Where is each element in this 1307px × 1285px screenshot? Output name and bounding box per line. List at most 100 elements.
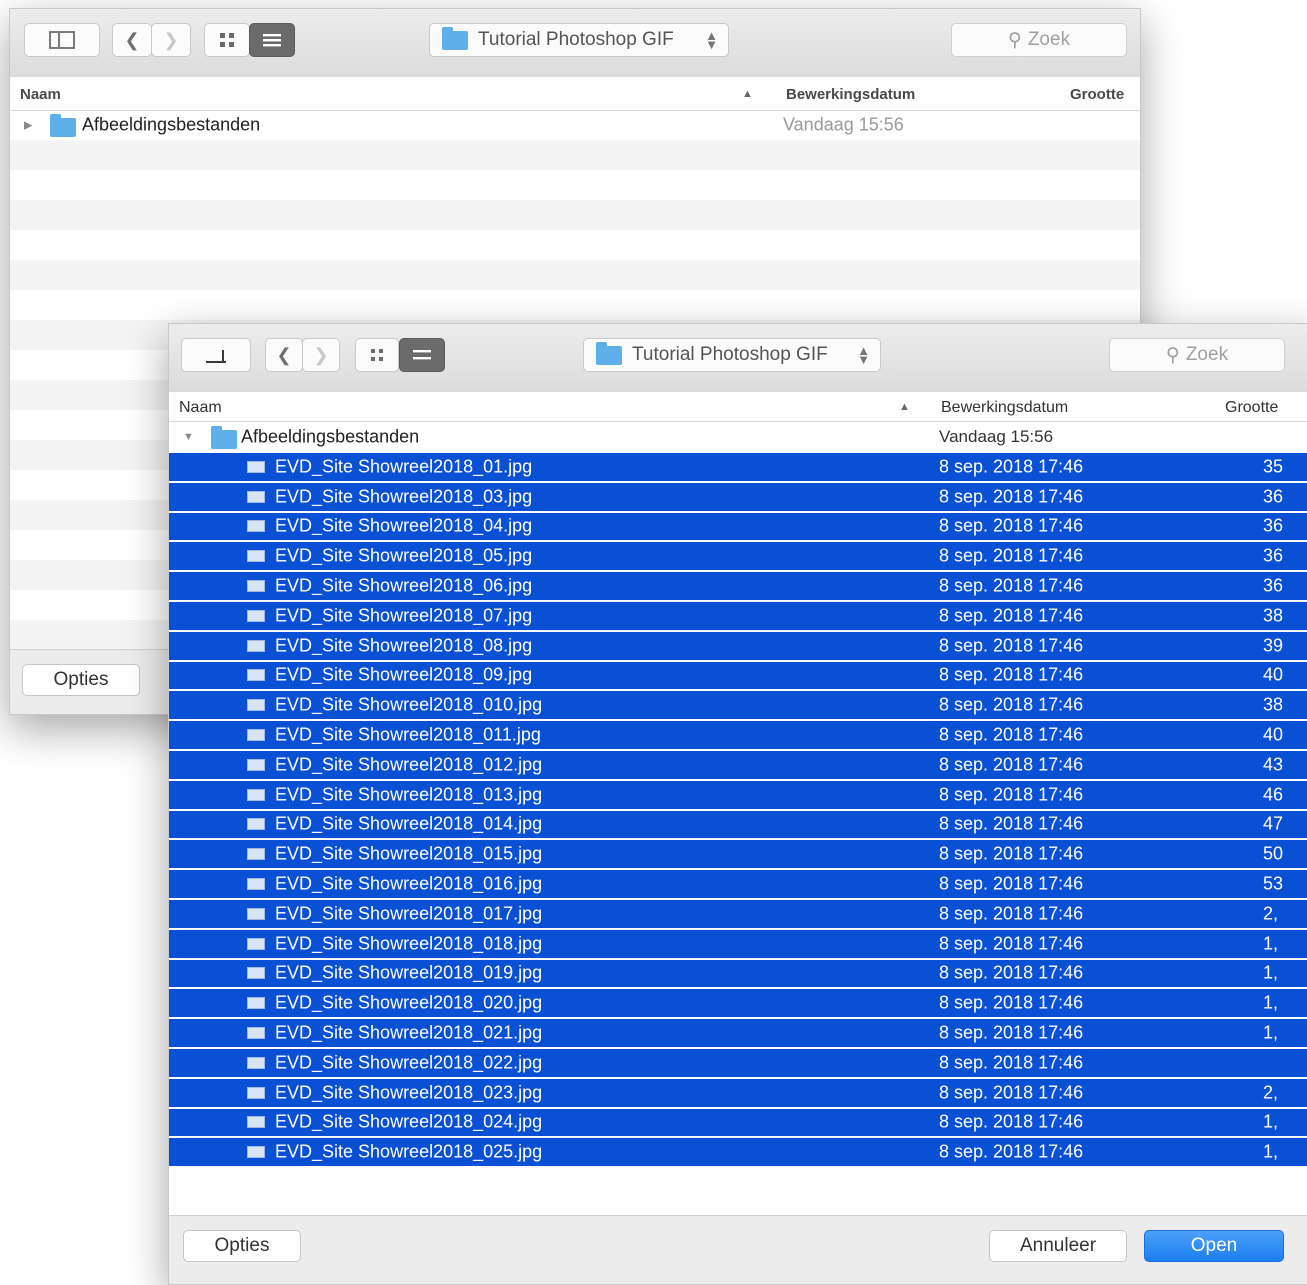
front-col-size[interactable]: Grootte xyxy=(1225,399,1278,417)
file-name: EVD_Site Showreel2018_025.jpg xyxy=(275,1141,543,1162)
back-list-view-button[interactable] xyxy=(249,23,295,57)
front-sidebar-toggle-button[interactable] xyxy=(181,338,251,372)
back-col-date[interactable]: Bewerkingsdatum xyxy=(786,86,915,103)
file-date: 8 sep. 2018 17:46 xyxy=(939,873,1084,894)
image-file-icon xyxy=(247,580,265,593)
back-options-button[interactable]: Opties xyxy=(22,664,140,696)
file-row[interactable]: EVD_Site Showreel2018_017.jpg 8 sep. 2018… xyxy=(169,900,1307,930)
cancel-button[interactable]: Annuleer xyxy=(989,1230,1127,1262)
file-date: 8 sep. 2018 17:46 xyxy=(939,724,1084,745)
sidebar-icon xyxy=(49,31,75,49)
image-file-icon xyxy=(247,1116,265,1129)
file-size: 1, xyxy=(1263,1111,1279,1132)
image-file-icon xyxy=(247,997,265,1010)
file-row[interactable]: EVD_Site Showreel2018_07.jpg 8 sep. 2018 … xyxy=(169,602,1307,632)
disclosure-triangle-open-icon[interactable]: ▼ xyxy=(183,431,194,443)
file-size: 1, xyxy=(1263,962,1279,983)
updown-chevron-icon: ▲ ▼ xyxy=(705,28,718,52)
front-search-field[interactable]: ⚲ Zoek xyxy=(1109,338,1285,372)
file-name: EVD_Site Showreel2018_07.jpg xyxy=(275,605,533,626)
disclosure-triangle-icon[interactable]: ▶ xyxy=(24,119,32,132)
file-row[interactable]: EVD_Site Showreel2018_05.jpg 8 sep. 2018 … xyxy=(169,542,1307,573)
file-row[interactable]: EVD_Site Showreel2018_03.jpg 8 sep. 2018 … xyxy=(169,482,1307,513)
open-button[interactable]: Open xyxy=(1144,1230,1284,1262)
file-date: 8 sep. 2018 17:46 xyxy=(939,962,1084,983)
file-date: 8 sep. 2018 17:46 xyxy=(939,754,1084,775)
front-folder-row[interactable]: ▼ Afbeeldingsbestanden Vandaag 15:56 xyxy=(169,423,1307,451)
folder-icon xyxy=(50,114,76,137)
back-sidebar-toggle-button[interactable] xyxy=(24,23,100,57)
file-row[interactable]: EVD_Site Showreel2018_019.jpg 8 sep. 2018… xyxy=(169,959,1307,990)
file-row[interactable]: EVD_Site Showreel2018_012.jpg 8 sep. 2018… xyxy=(169,751,1307,781)
image-file-icon xyxy=(247,758,265,771)
file-size: 36 xyxy=(1263,515,1284,536)
file-date: 8 sep. 2018 17:46 xyxy=(939,456,1084,477)
folder-icon xyxy=(211,426,237,449)
front-col-name[interactable]: Naam xyxy=(179,399,222,417)
back-nav-forward-button[interactable]: ❯ xyxy=(151,23,191,57)
file-date: 8 sep. 2018 17:46 xyxy=(939,515,1084,536)
file-row[interactable]: EVD_Site Showreel2018_021.jpg 8 sep. 2018… xyxy=(169,1019,1307,1049)
file-size: 40 xyxy=(1263,724,1284,745)
front-nav-forward-button[interactable]: ❯ xyxy=(302,338,340,372)
file-row[interactable]: EVD_Site Showreel2018_024.jpg 8 sep. 2018… xyxy=(169,1108,1307,1139)
file-size: 53 xyxy=(1263,873,1284,894)
front-location-popup[interactable]: Tutorial Photoshop GIF ▲ ▼ xyxy=(583,338,881,372)
back-column-header: Naam ▲ Bewerkingsdatum Grootte xyxy=(10,77,1140,111)
empty-row xyxy=(10,260,1140,290)
list-icon xyxy=(413,350,431,360)
front-options-button[interactable]: Opties xyxy=(183,1230,301,1262)
file-name: EVD_Site Showreel2018_012.jpg xyxy=(275,754,543,775)
file-name: EVD_Site Showreel2018_021.jpg xyxy=(275,1022,543,1043)
back-icon-view-button[interactable] xyxy=(204,23,250,57)
file-row[interactable]: EVD_Site Showreel2018_08.jpg 8 sep. 2018 … xyxy=(169,631,1307,662)
back-location-popup[interactable]: Tutorial Photoshop GIF ▲ ▼ xyxy=(429,23,729,57)
image-file-icon xyxy=(247,699,265,712)
back-nav-back-button[interactable]: ❮ xyxy=(112,23,152,57)
file-row[interactable]: EVD_Site Showreel2018_022.jpg 8 sep. 2018… xyxy=(169,1049,1307,1079)
back-folder-date: Vandaag 15:56 xyxy=(783,114,904,135)
file-row[interactable]: EVD_Site Showreel2018_020.jpg 8 sep. 2018… xyxy=(169,989,1307,1020)
file-name: EVD_Site Showreel2018_018.jpg xyxy=(275,933,543,954)
file-name: EVD_Site Showreel2018_01.jpg xyxy=(275,456,533,477)
file-date: 8 sep. 2018 17:46 xyxy=(939,486,1084,507)
file-size: 36 xyxy=(1263,575,1284,596)
chevron-right-icon: ❯ xyxy=(163,29,179,50)
image-file-icon xyxy=(247,878,265,891)
file-row[interactable]: EVD_Site Showreel2018_01.jpg 8 sep. 2018 … xyxy=(169,453,1307,483)
file-row[interactable]: EVD_Site Showreel2018_09.jpg 8 sep. 2018 … xyxy=(169,661,1307,692)
file-size: 1, xyxy=(1263,1022,1279,1043)
file-row[interactable]: EVD_Site Showreel2018_013.jpg 8 sep. 2018… xyxy=(169,780,1307,811)
file-name: EVD_Site Showreel2018_014.jpg xyxy=(275,813,543,834)
back-folder-row[interactable]: ▶ Afbeeldingsbestanden Vandaag 15:56 xyxy=(10,110,1140,140)
front-col-date[interactable]: Bewerkingsdatum xyxy=(941,399,1068,417)
image-file-icon xyxy=(247,490,265,503)
file-row[interactable]: EVD_Site Showreel2018_010.jpg 8 sep. 2018… xyxy=(169,691,1307,722)
file-row[interactable]: EVD_Site Showreel2018_015.jpg 8 sep. 2018… xyxy=(169,840,1307,871)
grid-icon xyxy=(371,349,383,361)
back-col-size[interactable]: Grootte xyxy=(1070,86,1124,103)
file-row[interactable]: EVD_Site Showreel2018_011.jpg 8 sep. 2018… xyxy=(169,721,1307,751)
file-row[interactable]: EVD_Site Showreel2018_06.jpg 8 sep. 2018 … xyxy=(169,572,1307,602)
file-size: 38 xyxy=(1263,694,1284,715)
file-row[interactable]: EVD_Site Showreel2018_023.jpg 8 sep. 2018… xyxy=(169,1078,1307,1109)
front-list-view-button[interactable] xyxy=(399,338,445,372)
front-nav-back-button[interactable]: ❮ xyxy=(265,338,303,372)
file-size: 50 xyxy=(1263,843,1284,864)
file-row[interactable]: EVD_Site Showreel2018_014.jpg 8 sep. 2018… xyxy=(169,810,1307,841)
back-search-field[interactable]: ⚲ Zoek xyxy=(951,23,1127,57)
file-row[interactable]: EVD_Site Showreel2018_018.jpg 8 sep. 2018… xyxy=(169,929,1307,960)
back-col-name[interactable]: Naam xyxy=(20,86,61,103)
front-toolbar: ❮ ❯ Tutorial Photoshop GIF ▲ ▼ ⚲ Zoek xyxy=(169,324,1307,393)
chevron-right-icon: ❯ xyxy=(313,344,329,365)
file-row[interactable]: EVD_Site Showreel2018_016.jpg 8 sep. 2018… xyxy=(169,870,1307,900)
file-row[interactable]: EVD_Site Showreel2018_04.jpg 8 sep. 2018 … xyxy=(169,512,1307,543)
image-file-icon xyxy=(247,639,265,652)
front-icon-view-button[interactable] xyxy=(355,338,399,372)
image-file-icon xyxy=(247,609,265,622)
front-location-label: Tutorial Photoshop GIF xyxy=(632,344,828,365)
file-row[interactable]: EVD_Site Showreel2018_025.jpg 8 sep. 2018… xyxy=(169,1138,1307,1169)
front-bottom-bar: Opties Annuleer Open xyxy=(169,1215,1307,1284)
file-name: EVD_Site Showreel2018_013.jpg xyxy=(275,784,543,805)
image-file-icon xyxy=(247,669,265,682)
